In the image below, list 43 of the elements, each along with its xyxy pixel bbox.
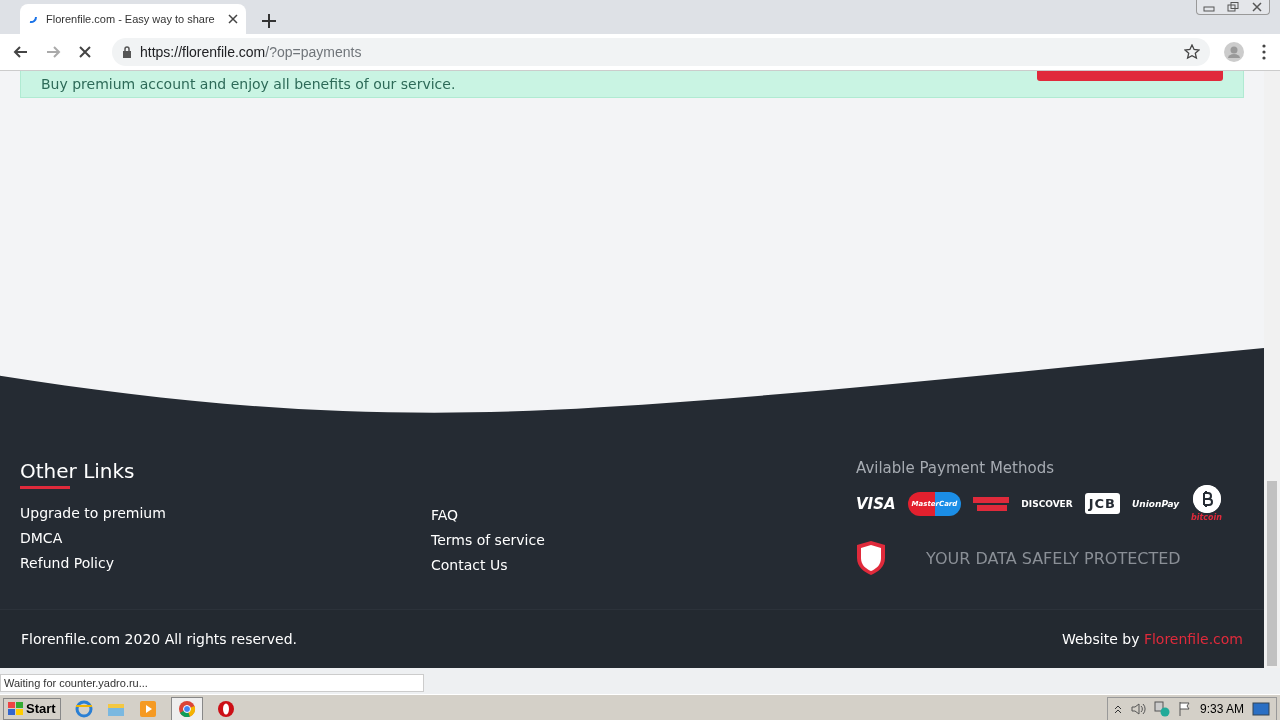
windows-icon	[8, 701, 24, 716]
chevron-icon[interactable]	[1113, 703, 1122, 714]
start-button[interactable]: Start	[3, 697, 61, 720]
footer-link[interactable]: FAQ	[431, 507, 856, 523]
credit-text: Website by Florenfile.com	[1062, 631, 1243, 647]
protection-text: YOUR DATA SAFELY PROTECTED	[926, 548, 1181, 568]
footer-link[interactable]: Contact Us	[431, 557, 856, 573]
footer-heading: Other Links	[20, 459, 136, 483]
card-logo: DISCOVER	[1021, 498, 1073, 509]
card-logo: JCB	[1084, 493, 1120, 514]
status-text: Waiting for counter.yadro.ru...	[0, 674, 424, 692]
menu-icon[interactable]	[1262, 44, 1266, 60]
browser-tab[interactable]: Florenfile.com - Easy way to share	[20, 4, 246, 34]
speaker-icon[interactable]	[1129, 701, 1146, 716]
globe-icon[interactable]	[74, 699, 93, 718]
card-logo: UnionPay	[1132, 498, 1180, 509]
payments-title: Avilable Payment Methods	[856, 459, 1055, 477]
shield-icon	[856, 540, 886, 576]
footer-link[interactable]: Upgrade to premium	[20, 505, 431, 521]
footer-link[interactable]: Refund Policy	[20, 555, 431, 571]
close-icon[interactable]	[228, 14, 238, 24]
banner-text: Buy premium account and enjoy all benefits of our service.	[41, 75, 456, 92]
restore-icon[interactable]	[1227, 2, 1239, 12]
address-bar[interactable]: https://florenfile.com/?op=payments	[112, 38, 1210, 66]
copyright-text: Florenfile.com 2020 All rights reserved.	[21, 631, 298, 647]
chrome-icon[interactable]	[170, 696, 203, 720]
profile-icon[interactable]	[1224, 42, 1244, 62]
card-logo: bitcoin	[1191, 513, 1223, 522]
bitcoin-icon	[1192, 485, 1221, 513]
new-tab-icon[interactable]	[262, 14, 276, 28]
footer-link[interactable]: DMCA	[20, 530, 431, 546]
lock-icon	[122, 46, 132, 58]
flag-icon[interactable]	[1177, 700, 1192, 717]
desktop-icon[interactable]	[1252, 701, 1270, 716]
card-logo-icon	[973, 495, 1010, 512]
footer-link[interactable]: Terms of service	[431, 532, 856, 548]
scrollbar[interactable]	[1264, 71, 1280, 668]
card-logo: VISA	[856, 494, 896, 513]
loading-icon	[28, 14, 38, 24]
clock: 9:33 AM	[1199, 701, 1244, 716]
close-icon[interactable]	[1251, 2, 1263, 12]
star-icon[interactable]	[1184, 44, 1200, 60]
opera-icon[interactable]	[216, 699, 235, 718]
